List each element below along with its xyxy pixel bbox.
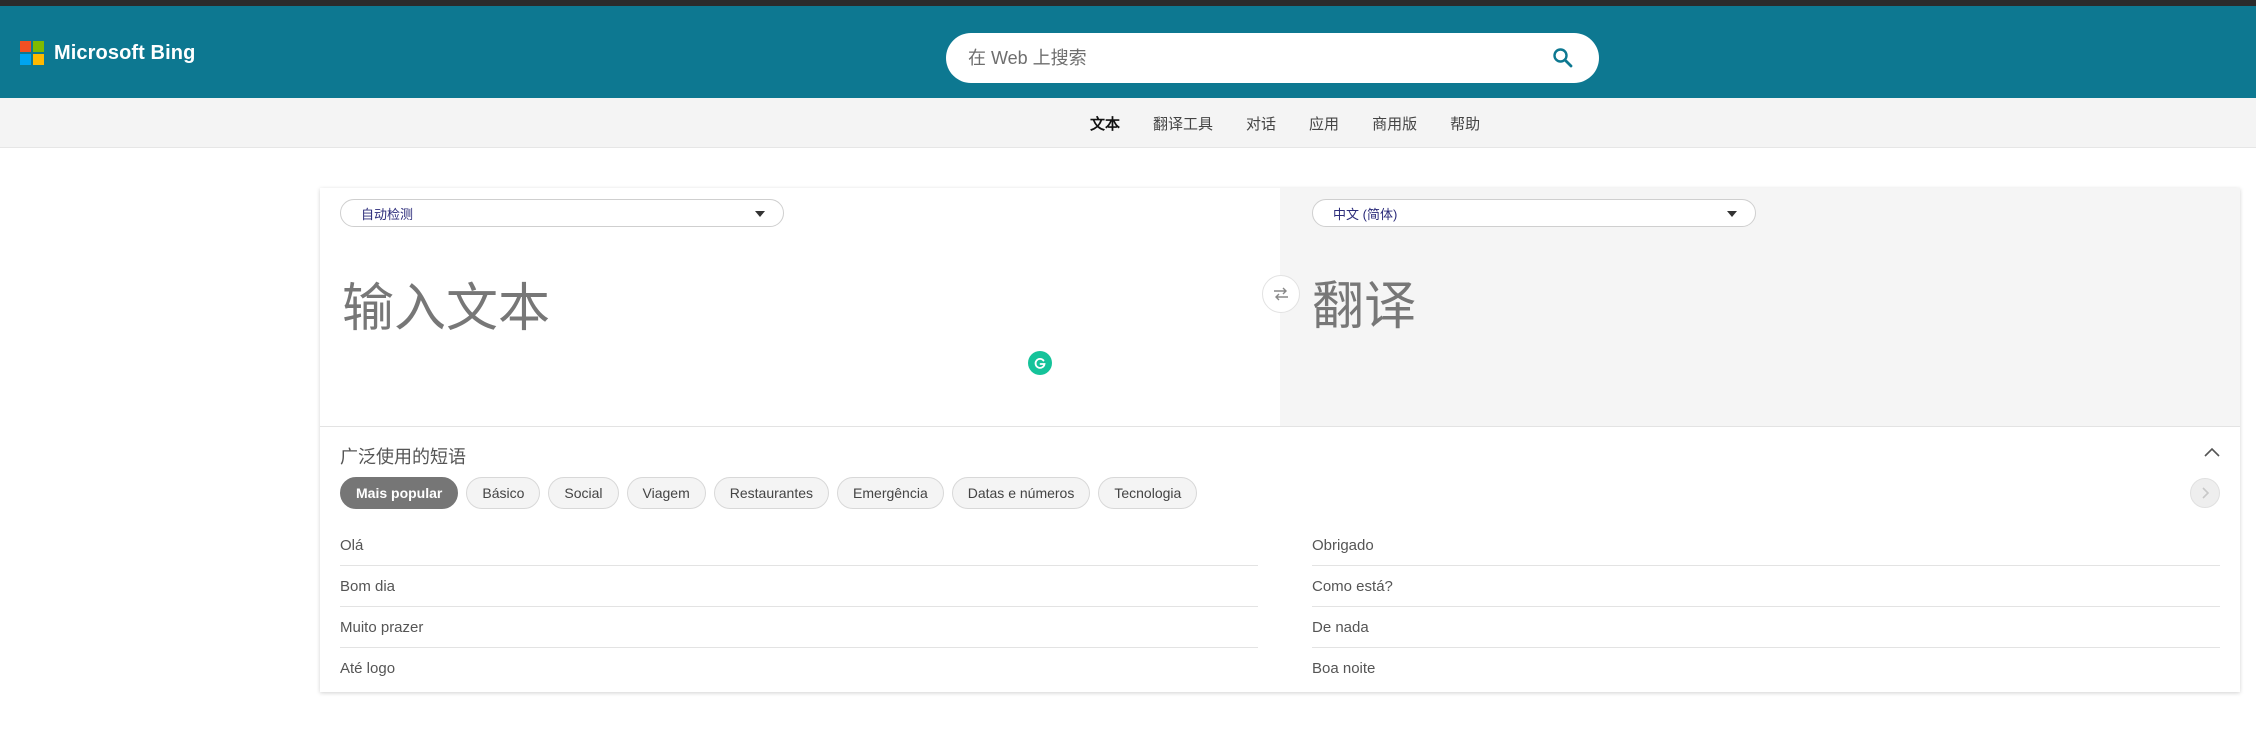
search-icon[interactable] [1551, 46, 1575, 70]
nav-item[interactable]: 文本 [1090, 113, 1120, 134]
chevron-right-icon[interactable] [2190, 478, 2220, 508]
chevron-down-icon [1727, 211, 1737, 217]
phrase-list-left: Olá Bom dia Muito prazer Até logo [340, 525, 1258, 689]
phrase-category-chip[interactable]: Restaurantes [713, 477, 830, 509]
phrases-title: 广泛使用的短语 [340, 447, 466, 468]
phrase-item[interactable]: Até logo [340, 648, 1258, 689]
microsoft-logo-icon [20, 41, 44, 65]
source-text-input[interactable] [340, 264, 1240, 394]
phrase-item[interactable]: Boa noite [1312, 648, 2220, 689]
nav-item[interactable]: 翻译工具 [1153, 113, 1213, 134]
top-nav: 文本 翻译工具 对话 应用 商用版 帮助 [0, 98, 2256, 148]
phrase-category-chip[interactable]: Viagem [626, 477, 706, 509]
phrase-category-chip[interactable]: Emergência [837, 477, 944, 509]
phrase-category-tabs: Mais popular Básico Social Viagem Restaurant… [340, 477, 1205, 509]
phrase-item[interactable]: Muito prazer [340, 607, 1258, 648]
phrase-category-chip[interactable]: Tecnologia [1098, 477, 1198, 509]
translation-output: 翻译 [1312, 277, 1417, 337]
phrase-item[interactable]: De nada [1312, 607, 2220, 648]
phrase-category-chip[interactable]: Básico [466, 477, 541, 509]
source-language-select[interactable]: 自动检测 [340, 199, 784, 227]
target-pane: 中文 (简体) 翻译 [1280, 188, 2240, 426]
translator-card: 自动检测 中文 (简体) 翻译 广泛使用的短语 Mais popularB [320, 188, 2240, 692]
logo-square-green [33, 41, 44, 52]
nav-item[interactable]: 商用版 [1372, 113, 1417, 134]
target-language-label: 中文 (简体) [1333, 206, 1398, 222]
grammarly-icon[interactable] [1028, 351, 1052, 375]
source-pane: 自动检测 [320, 188, 1280, 426]
search-input[interactable] [966, 46, 1526, 70]
brand-name: Microsoft Bing [54, 41, 196, 64]
phrase-category-chip[interactable]: Datas e números [951, 477, 1091, 509]
chevron-down-icon [755, 211, 765, 217]
nav-item[interactable]: 对话 [1246, 113, 1276, 134]
phrase-item[interactable]: Como está? [1312, 566, 2220, 607]
swap-icon[interactable] [1262, 275, 1300, 313]
nav-item[interactable]: 应用 [1309, 113, 1339, 134]
nav-item[interactable]: 帮助 [1450, 113, 1480, 134]
logo-square-blue [20, 54, 31, 65]
header: Microsoft Bing [0, 6, 2256, 98]
logo-square-red [20, 41, 31, 52]
phrase-item[interactable]: Olá [340, 525, 1258, 566]
source-language-label: 自动检测 [361, 206, 414, 222]
phrase-item[interactable]: Obrigado [1312, 525, 2220, 566]
common-phrases: 广泛使用的短语 Mais popular Básico Social Viagem Re… [320, 426, 2240, 692]
phrase-list-right: Obrigado Como está? De nada Boa noite [1312, 525, 2220, 689]
logo-square-yellow [33, 54, 44, 65]
nav-items: 文本 翻译工具 对话 应用 商用版 帮助 [1090, 98, 1513, 148]
phrase-category-chip[interactable]: Mais popular [340, 477, 459, 509]
phrase-category-chip[interactable]: Social [548, 477, 619, 509]
target-language-select[interactable]: 中文 (简体) [1312, 199, 1756, 227]
phrase-item[interactable]: Bom dia [340, 566, 1258, 607]
chevron-up-icon[interactable] [2202, 445, 2222, 459]
brand[interactable]: Microsoft Bing [20, 40, 195, 66]
search-box [946, 33, 1599, 83]
